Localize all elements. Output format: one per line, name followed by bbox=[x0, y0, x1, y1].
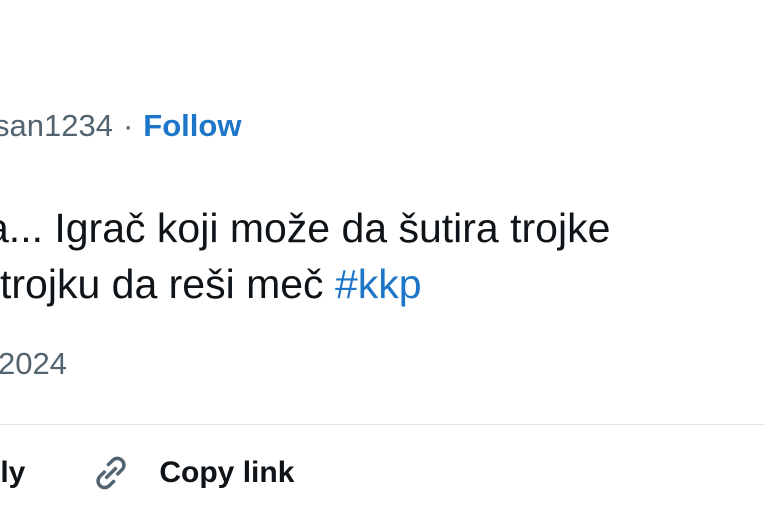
reply-label: ply bbox=[0, 456, 26, 489]
tweet-text: a... Igrač koji može da šutira trojke tr… bbox=[0, 200, 610, 312]
tweet-text-line-2-body: trojku da reši meč bbox=[0, 261, 324, 307]
tweet-text-line-2: trojku da reši meč #kkp bbox=[0, 256, 610, 312]
tweet-date[interactable]: 2024 bbox=[0, 346, 67, 382]
action-bar: ply Copy link bbox=[0, 448, 294, 498]
separator-dot: · bbox=[122, 108, 134, 143]
reply-button[interactable]: ply bbox=[0, 456, 25, 490]
copy-link-label: Copy link bbox=[159, 456, 295, 489]
copy-link-button[interactable]: Copy link bbox=[89, 451, 294, 495]
author-handle[interactable]: san1234 bbox=[0, 108, 113, 144]
follow-button[interactable]: Follow bbox=[143, 108, 241, 144]
tweet-embed: san1234 · Follow a... Igrač koji može da… bbox=[0, 0, 765, 510]
link-icon bbox=[96, 456, 126, 490]
divider bbox=[0, 424, 765, 425]
author-row: san1234 · Follow bbox=[0, 104, 241, 148]
hashtag-link[interactable]: #kkp bbox=[335, 261, 422, 307]
tweet-text-line-1: a... Igrač koji može da šutira trojke bbox=[0, 205, 611, 251]
